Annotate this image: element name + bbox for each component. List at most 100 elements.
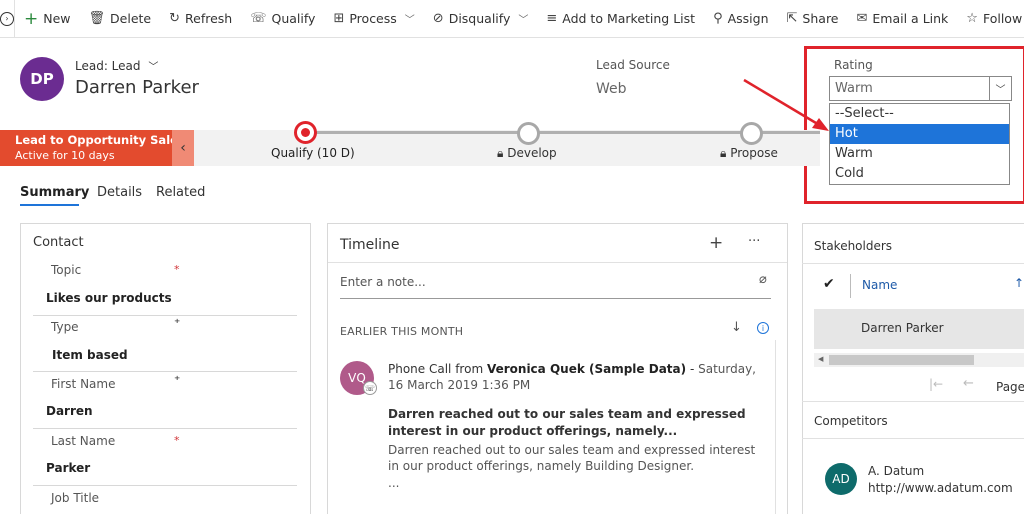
column-header-name[interactable]: Name bbox=[862, 278, 897, 292]
field-divider bbox=[33, 485, 297, 486]
rating-option-warm[interactable]: Warm bbox=[830, 144, 1009, 164]
timeline-entry-more[interactable]: ... bbox=[388, 476, 399, 490]
rating-option-select[interactable]: --Select-- bbox=[830, 104, 1009, 124]
person-icon: ⚲ bbox=[713, 11, 723, 26]
tab-related[interactable]: Related bbox=[156, 185, 205, 200]
chevron-down-icon[interactable]: ﹀ bbox=[989, 77, 1011, 100]
avatar: AD bbox=[825, 463, 857, 495]
page-label: Page bbox=[996, 380, 1024, 394]
lock-icon: 🔒︎ bbox=[720, 146, 727, 160]
field-value-last-name[interactable]: Parker bbox=[46, 461, 90, 475]
entity-type-selector[interactable]: Lead: Lead ﹀ bbox=[75, 58, 158, 73]
email-icon: ✉ bbox=[856, 11, 868, 26]
note-input[interactable]: Enter a note... bbox=[340, 275, 426, 289]
competitors-title: Competitors bbox=[814, 414, 888, 428]
contact-section-title: Contact bbox=[33, 235, 84, 250]
share-button[interactable]: ⇱ Share bbox=[778, 0, 848, 38]
timeline-title: Timeline bbox=[340, 237, 400, 253]
refresh-icon: ↻ bbox=[169, 11, 181, 26]
stage-node-develop[interactable] bbox=[517, 122, 540, 145]
add-icon[interactable]: + bbox=[709, 233, 723, 253]
record-name: Darren Parker bbox=[75, 77, 199, 98]
follow-button[interactable]: ☆ Follow bbox=[957, 0, 1024, 38]
field-value-topic[interactable]: Likes our products bbox=[46, 291, 172, 305]
disqualify-icon: ⊘ bbox=[432, 11, 444, 26]
stage-label-develop[interactable]: 🔒︎ Develop bbox=[497, 146, 557, 161]
column-divider bbox=[850, 274, 851, 298]
competitor-name[interactable]: A. Datum bbox=[868, 464, 924, 478]
chevron-down-icon: ﹀ bbox=[518, 15, 529, 26]
stakeholders-title: Stakeholders bbox=[814, 239, 893, 253]
timeline-scrollbar[interactable] bbox=[775, 340, 776, 514]
lead-source-label: Lead Source bbox=[596, 58, 670, 72]
field-label-job-title: Job Title bbox=[51, 491, 100, 505]
rating-option-cold[interactable]: Cold bbox=[830, 164, 1009, 184]
stage-label-propose[interactable]: 🔒︎ Propose bbox=[720, 146, 778, 161]
timeline-divider bbox=[328, 262, 787, 263]
field-value-first-name[interactable]: Darren bbox=[46, 404, 93, 418]
refresh-button[interactable]: ↻ Refresh bbox=[160, 0, 241, 38]
sort-arrow-icon[interactable]: ↑ bbox=[1014, 276, 1024, 290]
stage-node-qualify[interactable] bbox=[294, 121, 317, 144]
section-divider bbox=[802, 438, 1024, 439]
phone-icon: ☏ bbox=[363, 381, 377, 395]
competitor-url[interactable]: http://www.adatum.com bbox=[868, 481, 1013, 495]
process-icon: ⊞ bbox=[333, 11, 345, 26]
tab-details[interactable]: Details bbox=[97, 185, 142, 200]
section-divider bbox=[802, 263, 1024, 264]
avatar: DP bbox=[20, 57, 64, 101]
field-label-first-name: First Name bbox=[51, 377, 116, 391]
rating-label: Rating bbox=[834, 58, 873, 72]
field-divider bbox=[33, 428, 297, 429]
chevron-down-icon: ﹀ bbox=[404, 15, 415, 26]
delete-button[interactable]: 🗑︎ Delete bbox=[80, 0, 161, 38]
more-icon[interactable]: ··· bbox=[748, 234, 760, 249]
chevron-down-icon: ﹀ bbox=[148, 62, 159, 73]
field-label-topic: Topic bbox=[51, 263, 82, 277]
recommended-marker: ⁺ bbox=[174, 373, 181, 387]
email-link-button[interactable]: ✉ Email a Link bbox=[848, 0, 958, 38]
rating-select[interactable]: Warm ﹀ bbox=[829, 76, 1012, 101]
attachment-icon[interactable]: ⌀ bbox=[759, 272, 767, 287]
rating-dropdown-list: --Select-- Hot Warm Cold bbox=[829, 103, 1010, 185]
process-button[interactable]: ⊞ Process ﹀ bbox=[324, 0, 423, 38]
timeline-group-label: EARLIER THIS MONTH bbox=[340, 325, 464, 338]
scrollbar-thumb[interactable] bbox=[829, 355, 974, 365]
qualify-button[interactable]: ☏ Qualify bbox=[241, 0, 324, 38]
previous-page-icon[interactable]: ← bbox=[963, 376, 974, 391]
rating-option-hot[interactable]: Hot bbox=[830, 124, 1009, 144]
check-icon[interactable]: ✔ bbox=[823, 276, 835, 292]
chevron-circle-icon: › bbox=[0, 11, 14, 26]
timeline-entry-body: Darren reached out to our sales team and… bbox=[388, 443, 756, 473]
timeline-entry-author[interactable]: Veronica Quek (Sample Data) bbox=[487, 362, 686, 376]
field-label-last-name: Last Name bbox=[51, 434, 116, 448]
field-divider bbox=[33, 315, 297, 316]
rating-select-value: Warm bbox=[835, 81, 873, 96]
add-to-marketing-list-button[interactable]: ≡ Add to Marketing List bbox=[537, 0, 704, 38]
field-value-type[interactable]: Item based bbox=[52, 348, 128, 362]
star-icon: ☆ bbox=[966, 11, 978, 26]
disqualify-button[interactable]: ⊘ Disqualify ﹀ bbox=[424, 0, 538, 38]
stakeholder-name[interactable]: Darren Parker bbox=[861, 321, 944, 335]
timeline-entry-header: Phone Call from Veronica Quek (Sample Da… bbox=[388, 362, 756, 392]
tab-summary[interactable]: Summary bbox=[20, 185, 89, 200]
chevron-left-icon[interactable]: ‹ bbox=[172, 130, 194, 166]
scroll-left-icon[interactable]: ◀ bbox=[818, 355, 823, 363]
first-page-icon[interactable]: |← bbox=[929, 377, 943, 391]
info-icon[interactable]: i bbox=[757, 322, 769, 334]
nav-back-button[interactable]: › bbox=[0, 0, 15, 38]
timeline-entry-subject[interactable]: Darren reached out to our sales team and… bbox=[388, 406, 758, 440]
assign-button[interactable]: ⚲ Assign bbox=[704, 0, 777, 38]
stage-label-qualify[interactable]: Qualify (10 D) bbox=[271, 146, 355, 160]
plus-icon: + bbox=[24, 8, 39, 29]
lock-icon: 🔒︎ bbox=[497, 146, 504, 160]
tab-active-indicator bbox=[20, 204, 79, 206]
arrow-down-icon[interactable]: ↓ bbox=[731, 320, 742, 335]
stage-node-propose[interactable] bbox=[740, 122, 763, 145]
required-marker: * bbox=[174, 434, 180, 447]
share-icon: ⇱ bbox=[786, 11, 798, 26]
command-bar: › + New 🗑︎ Delete ↻ Refresh ☏ Qualify ⊞ Proce… bbox=[0, 0, 1024, 38]
process-tag[interactable]: Lead to Opportunity Sale... Active for 1… bbox=[0, 130, 191, 166]
field-label-type: Type bbox=[51, 320, 79, 334]
new-button[interactable]: + New bbox=[15, 0, 80, 38]
